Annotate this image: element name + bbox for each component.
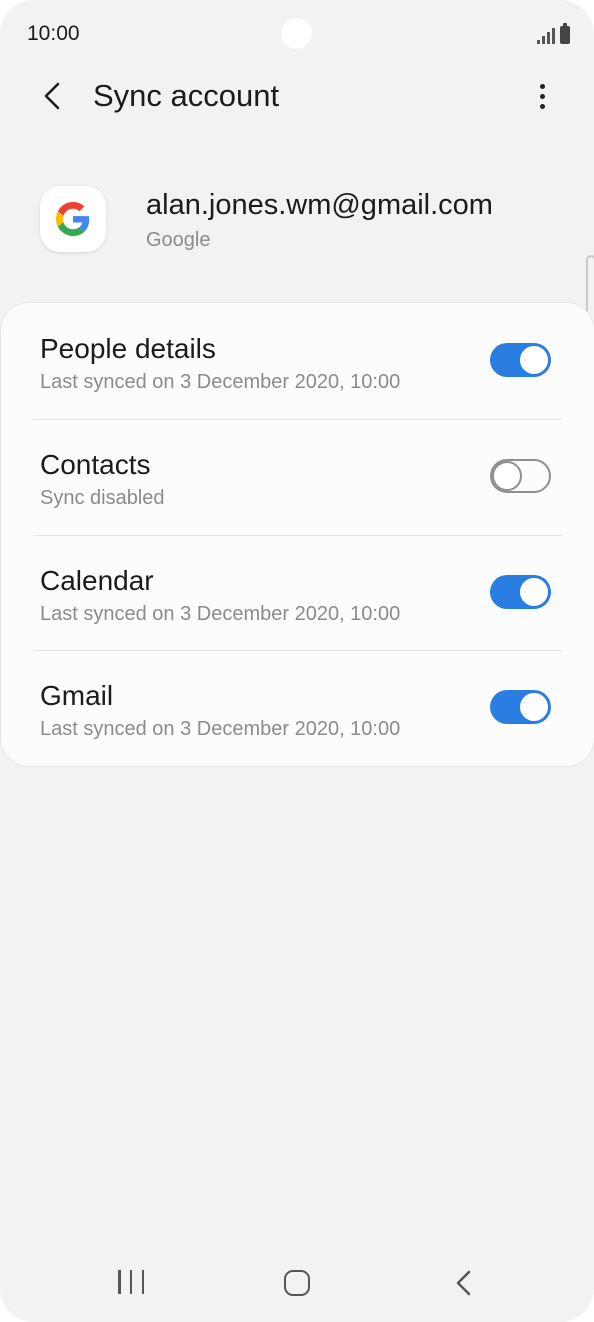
- sync-item-status: Sync disabled: [40, 487, 165, 509]
- back-icon[interactable]: [452, 1270, 478, 1296]
- screen: 10:00 Sync account alan.jones.wm@gmail.c…: [0, 0, 594, 1322]
- account-email: alan.jones.wm@gmail.com: [146, 189, 493, 221]
- sync-item-label: Contacts: [40, 449, 151, 480]
- people-details-toggle[interactable]: [490, 343, 551, 377]
- back-button[interactable]: [32, 76, 72, 116]
- battery-icon: [560, 23, 570, 44]
- contacts-toggle[interactable]: [490, 459, 551, 493]
- gmail-toggle[interactable]: [490, 690, 551, 724]
- account-provider: Google: [146, 229, 211, 251]
- sync-item-status: Last synced on 3 December 2020, 10:00: [40, 371, 401, 393]
- sync-item-label: Calendar: [40, 565, 154, 596]
- status-time: 10:00: [27, 22, 80, 45]
- calendar-toggle[interactable]: [490, 575, 551, 609]
- more-options-button[interactable]: [522, 76, 562, 116]
- sync-item-people-details[interactable]: People details Last synced on 3 December…: [1, 303, 594, 418]
- sync-item-status: Last synced on 3 December 2020, 10:00: [40, 603, 401, 625]
- sync-item-calendar[interactable]: Calendar Last synced on 3 December 2020,…: [1, 535, 594, 650]
- sync-item-label: People details: [40, 333, 216, 364]
- chevron-left-icon: [44, 82, 60, 110]
- signal-icon: [537, 28, 555, 44]
- status-icons: [537, 23, 570, 44]
- camera-cutout: [281, 18, 312, 49]
- sync-item-label: Gmail: [40, 680, 114, 711]
- page-title: Sync account: [93, 78, 280, 113]
- home-icon[interactable]: [284, 1270, 310, 1296]
- google-icon: [40, 186, 106, 252]
- sync-item-gmail[interactable]: Gmail Last synced on 3 December 2020, 10…: [1, 650, 594, 765]
- sync-item-status: Last synced on 3 December 2020, 10:00: [40, 718, 401, 740]
- sync-item-contacts[interactable]: Contacts Sync disabled: [1, 419, 594, 534]
- sync-items-card: People details Last synced on 3 December…: [1, 303, 594, 766]
- recents-icon[interactable]: [118, 1270, 144, 1296]
